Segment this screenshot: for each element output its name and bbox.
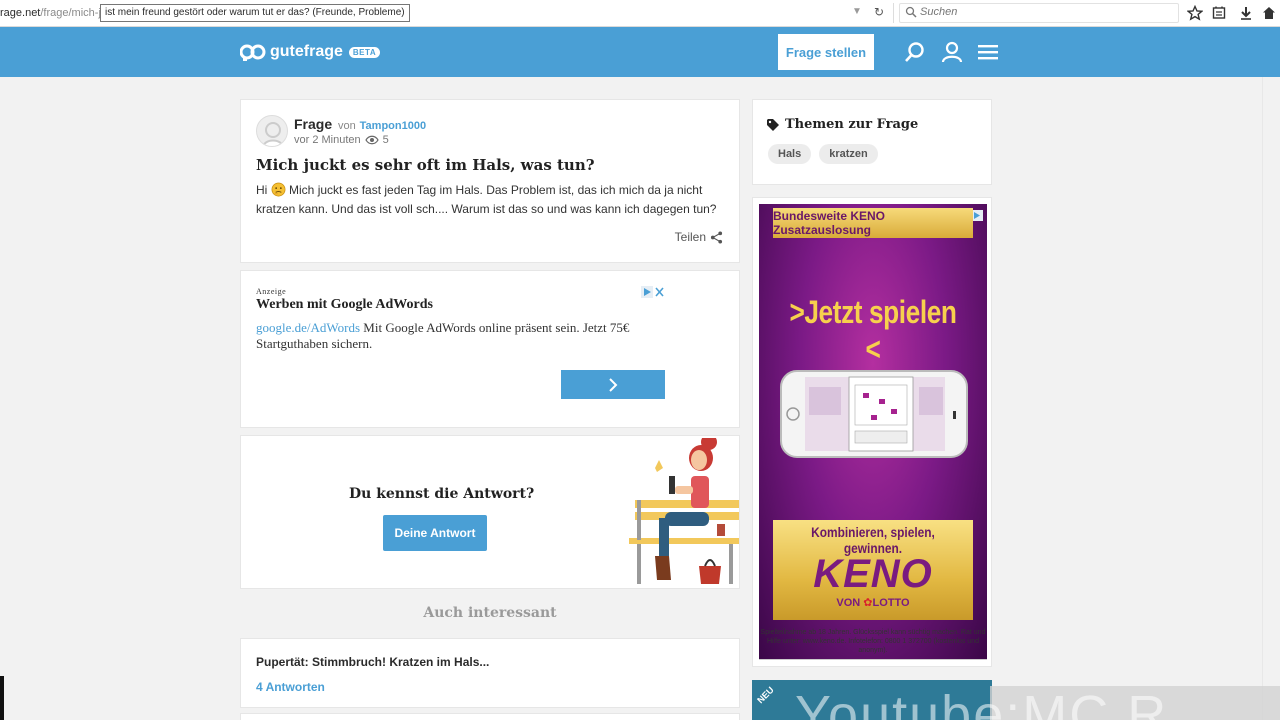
screen-edge — [0, 676, 4, 720]
tag-kratzen[interactable]: kratzen — [819, 144, 878, 164]
share-button[interactable]: Teilen — [675, 230, 723, 244]
bookmark-star-icon[interactable] — [1187, 5, 1203, 21]
adchoices-icon[interactable] — [641, 286, 665, 298]
avatar[interactable] — [256, 115, 288, 147]
related-question-title[interactable]: Pupertät: Stimmbruch! Kratzen im Hals... — [256, 655, 489, 669]
ad-next-button[interactable] — [561, 370, 665, 399]
question-body: Hi Mich juckt es fast jeden Tag im Hals.… — [256, 182, 717, 216]
view-count: 5 — [382, 134, 389, 146]
ad-link[interactable]: google.de/AdWords — [256, 320, 360, 335]
default-avatar-icon — [262, 122, 284, 146]
question-stats: vor 2 Minuten 5 — [294, 134, 389, 146]
logo-text: gutefrage — [270, 43, 343, 60]
user-icon[interactable] — [940, 40, 964, 64]
related-question-next[interactable] — [240, 713, 740, 720]
reading-list-icon[interactable] — [1211, 5, 1227, 21]
chevron-right-icon — [609, 377, 618, 392]
author-link[interactable]: Tampon1000 — [360, 120, 426, 132]
keno-ad[interactable]: Bundesweite KENO Zusatzauslosung >Jetzt … — [759, 204, 987, 660]
keno-banner: Bundesweite KENO Zusatzauslosung — [773, 208, 973, 238]
home-icon[interactable] — [1261, 5, 1277, 21]
ad-label: Anzeige — [256, 287, 287, 296]
related-answer-count[interactable]: 4 Antworten — [256, 680, 325, 694]
logo-icon — [240, 44, 266, 61]
adwords-ad[interactable]: Anzeige Werben mit Google AdWords google… — [240, 270, 740, 428]
site-header: gutefrage BETA Frage stellen — [0, 27, 1280, 77]
reload-icon[interactable]: ↻ — [874, 5, 884, 19]
search-icon[interactable] — [903, 40, 927, 64]
question-meta: Frage von Tampon1000 — [294, 116, 426, 132]
question-title: Mich juckt es sehr oft im Hals, was tun? — [256, 156, 595, 174]
keno-ad-frame: Bundesweite KENO Zusatzauslosung >Jetzt … — [752, 197, 992, 667]
download-icon[interactable] — [1238, 5, 1254, 21]
topic-tags: Hals kratzen — [768, 144, 878, 164]
ask-question-button[interactable]: Frage stellen — [778, 34, 874, 70]
browser-search-box[interactable] — [899, 3, 1179, 23]
your-answer-button[interactable]: Deine Antwort — [383, 515, 487, 551]
thinking-emoji-icon — [271, 182, 286, 197]
also-interesting-heading: Auch interessant — [423, 605, 557, 621]
answer-prompt-card: Du kennst die Antwort? Deine Antwort — [240, 435, 740, 589]
tag-hals[interactable]: Hals — [768, 144, 812, 164]
video-watermark-text: Youtube:MC R — [795, 685, 1169, 720]
question-time: vor 2 Minuten — [294, 134, 361, 146]
phone-image — [780, 370, 968, 458]
beta-badge: BETA — [348, 46, 381, 58]
related-question[interactable]: Pupertät: Stimmbruch! Kratzen im Hals...… — [240, 638, 740, 708]
search-icon — [905, 6, 917, 18]
ad-body: google.de/AdWords Mit Google AdWords onl… — [256, 320, 630, 351]
woman-on-bench-illustration — [629, 438, 739, 584]
topics-card: Themen zur Frage Hals kratzen — [752, 99, 992, 185]
browser-toolbar: rage.net/frage/mich-ju ist mein freund g… — [0, 0, 1280, 27]
topics-title: Themen zur Frage — [785, 117, 919, 132]
keno-fine-print: Spielteilnahme ab 18 Jahren. Glücksspiel… — [760, 629, 986, 654]
tag-icon — [767, 119, 779, 131]
url-bar[interactable]: rage.net/frage/mich-ju — [0, 7, 107, 19]
von-label: von — [338, 120, 356, 132]
keno-headline: >Jetzt spielen < — [789, 294, 957, 367]
question-card: Frage von Tampon1000 vor 2 Minuten 5 Mic… — [240, 99, 740, 263]
keno-logo-text: KENO — [813, 552, 933, 596]
answer-prompt-question: Du kennst die Antwort? — [349, 486, 535, 502]
keno-brand-panel: Kombinieren, spielen, gewinnen. KENO VON… — [773, 520, 973, 620]
toolbar-divider — [893, 3, 894, 23]
ad-title[interactable]: Werben mit Google AdWords — [256, 297, 433, 313]
lotto-logo: VON ✿LOTTO — [836, 597, 910, 609]
eye-icon — [364, 135, 379, 145]
url-dropdown-icon[interactable]: ▼ — [852, 6, 862, 17]
share-icon — [710, 230, 723, 244]
new-badge: NEU — [755, 684, 776, 706]
browser-search-input[interactable] — [920, 6, 1170, 18]
page-scrollbar[interactable] — [1262, 77, 1280, 720]
menu-icon[interactable] — [976, 40, 1000, 64]
question-type-label: Frage — [294, 116, 333, 132]
link-tooltip: ist mein freund gestört oder warum tut e… — [100, 4, 410, 22]
site-logo[interactable]: gutefrage BETA — [240, 41, 381, 63]
